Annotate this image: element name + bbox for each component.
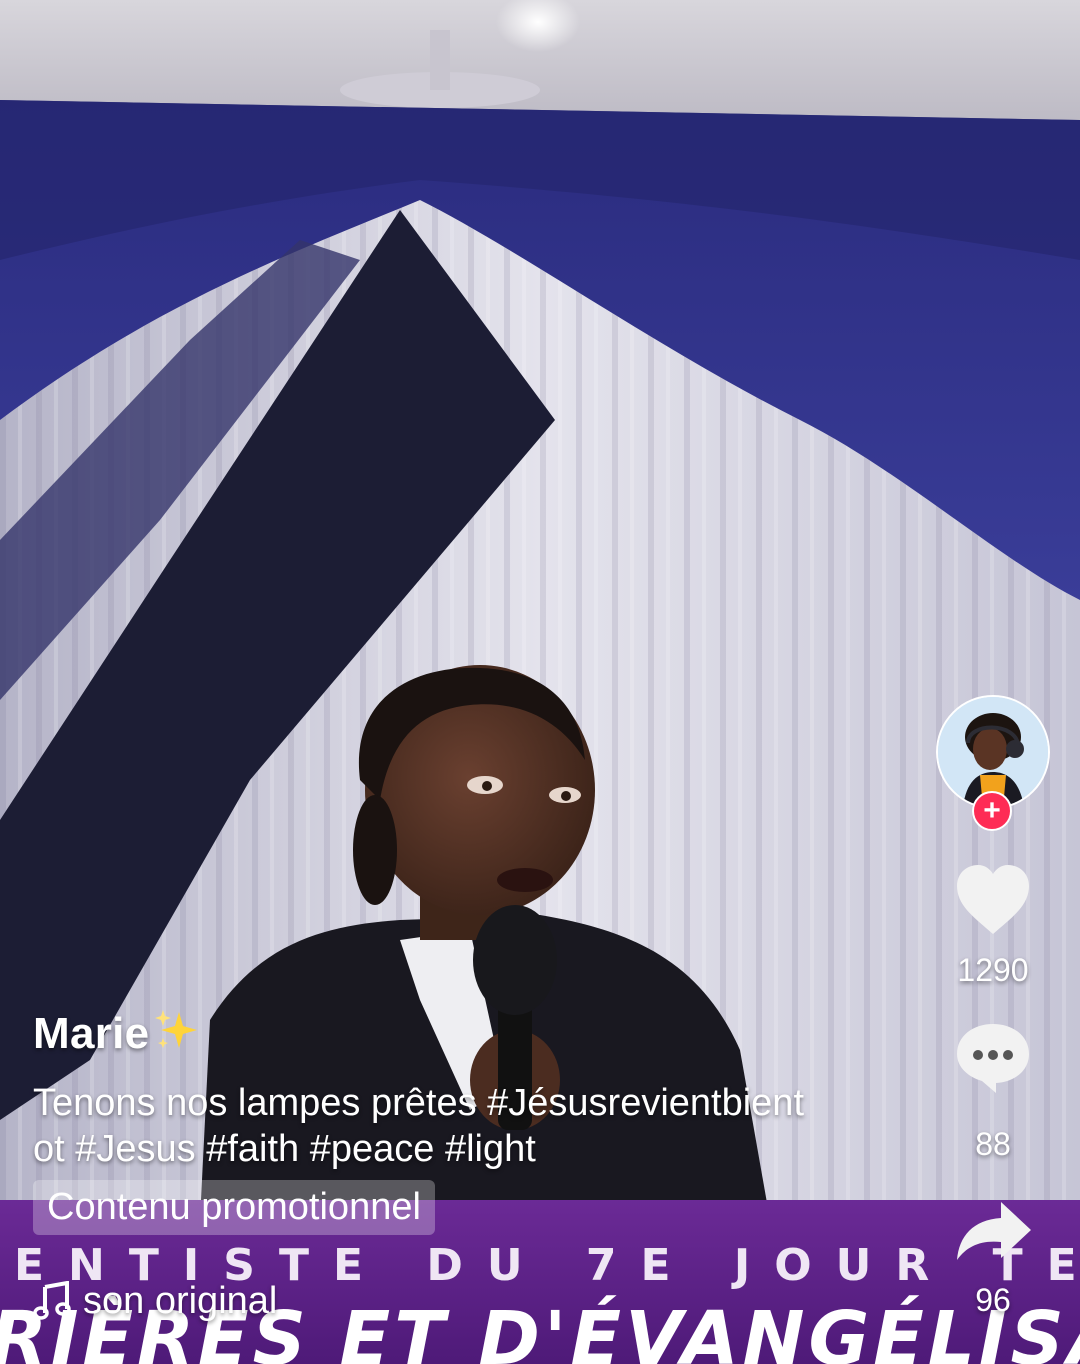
author-name-text: Marie (33, 1009, 150, 1059)
like-button[interactable] (955, 864, 1031, 941)
caption-line-2: ot #Jesus #faith #peace #light (33, 1128, 536, 1170)
heart-icon (957, 865, 1029, 934)
creator-avatar[interactable]: + (936, 695, 1050, 831)
follow-plus-button[interactable]: + (972, 791, 1012, 831)
promotional-content-badge[interactable]: Contenu promotionnel (33, 1180, 435, 1235)
sparkles-icon (153, 1008, 199, 1065)
share-button[interactable] (955, 1200, 1033, 1267)
music-note-icon (33, 1281, 73, 1321)
caption-line-1: Tenons nos lampes prêtes #Jésusrevientbi… (33, 1082, 805, 1124)
share-arrow-icon (957, 1202, 1031, 1260)
comment-count: 88 (975, 1126, 1011, 1162)
author-name[interactable]: Marie (33, 1008, 199, 1065)
comment-button[interactable] (956, 1022, 1030, 1099)
share-count: 96 (975, 1282, 1011, 1318)
comment-icon (957, 1024, 1029, 1093)
sound-label: son original (83, 1279, 278, 1322)
like-count: 1290 (957, 952, 1029, 988)
sound-link[interactable]: son original (33, 1276, 277, 1326)
video-caption[interactable]: Tenons nos lampes prêtes #Jésusrevientbi… (33, 1080, 893, 1172)
